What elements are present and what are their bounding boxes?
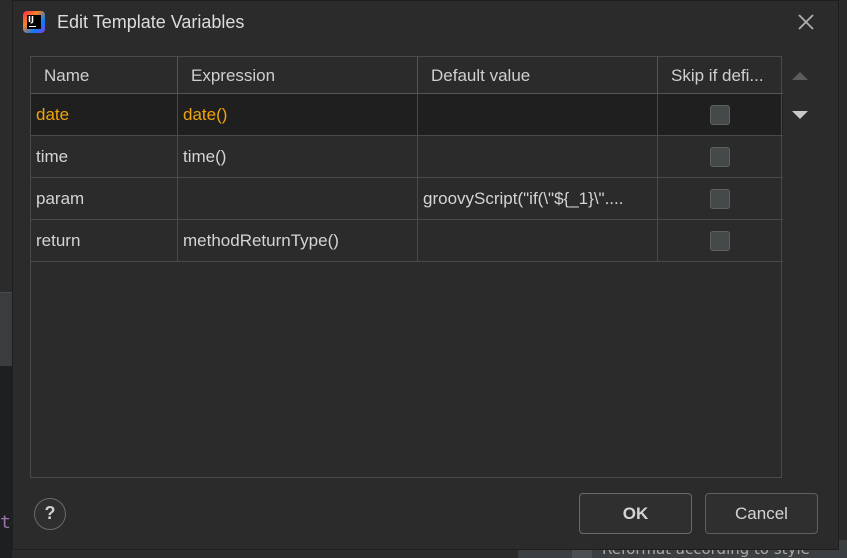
background-code-glyph: t <box>0 512 11 533</box>
move-up-button[interactable] <box>789 65 811 87</box>
move-down-button[interactable] <box>789 104 811 126</box>
table-header: Name Expression Default value Skip if de… <box>31 57 783 94</box>
close-button[interactable] <box>794 10 818 34</box>
cell-default-value[interactable] <box>418 136 658 177</box>
table-body: date date() time time() param groovyScri… <box>31 94 783 262</box>
cell-name[interactable]: date <box>31 94 178 135</box>
skip-if-defined-checkbox[interactable] <box>709 146 730 167</box>
table-row[interactable]: return methodReturnType() <box>31 220 783 262</box>
cell-expression[interactable] <box>178 178 418 219</box>
skip-if-defined-checkbox[interactable] <box>709 104 730 125</box>
column-header-expression[interactable]: Expression <box>178 57 418 94</box>
triangle-up-icon <box>792 72 808 80</box>
ok-button[interactable]: OK <box>579 493 692 534</box>
cell-skip <box>658 220 782 261</box>
table-row[interactable]: date date() <box>31 94 783 136</box>
cell-skip <box>658 178 782 219</box>
dialog-titlebar: IJ Edit Template Variables <box>13 1 838 45</box>
table-row[interactable]: param groovyScript("if(\"${_1}\".... <box>31 178 783 220</box>
triangle-down-icon <box>792 111 808 119</box>
column-header-default-value[interactable]: Default value <box>418 57 658 94</box>
app-icon-text: IJ <box>28 15 34 24</box>
cell-skip <box>658 136 782 177</box>
close-icon <box>798 14 814 30</box>
cell-default-value[interactable] <box>418 220 658 261</box>
cell-name[interactable]: return <box>31 220 178 261</box>
cell-name[interactable]: time <box>31 136 178 177</box>
background-panel <box>0 292 12 366</box>
cancel-button[interactable]: Cancel <box>705 493 818 534</box>
column-header-name[interactable]: Name <box>31 57 178 94</box>
cell-default-value[interactable]: groovyScript("if(\"${_1}\".... <box>418 178 658 219</box>
cell-expression[interactable]: date() <box>178 94 418 135</box>
variables-table: Name Expression Default value Skip if de… <box>30 56 783 478</box>
column-header-skip-if-defined[interactable]: Skip if defi... <box>658 57 782 94</box>
cell-skip <box>658 94 782 135</box>
cell-expression[interactable]: time() <box>178 136 418 177</box>
skip-if-defined-checkbox[interactable] <box>709 230 730 251</box>
skip-if-defined-checkbox[interactable] <box>709 188 730 209</box>
cell-name[interactable]: param <box>31 178 178 219</box>
dialog-title: Edit Template Variables <box>57 12 245 32</box>
help-button[interactable]: ? <box>34 498 66 530</box>
cell-expression[interactable]: methodReturnType() <box>178 220 418 261</box>
table-row[interactable]: time time() <box>31 136 783 178</box>
cell-default-value[interactable] <box>418 94 658 135</box>
edit-template-variables-dialog: IJ Edit Template Variables Name Expressi… <box>12 0 839 550</box>
intellij-idea-icon: IJ <box>23 11 45 33</box>
